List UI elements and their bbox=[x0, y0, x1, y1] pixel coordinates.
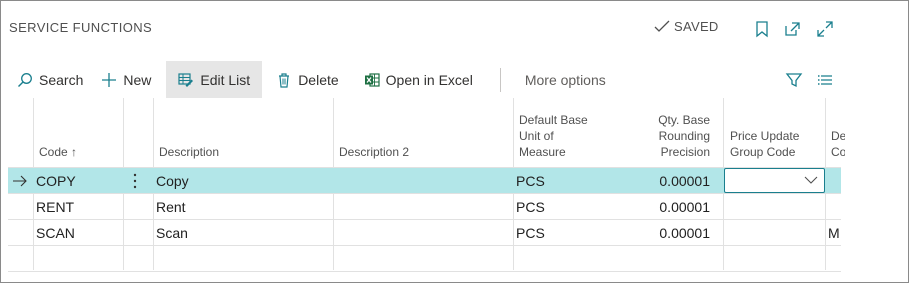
more-options-label: More options bbox=[524, 71, 606, 88]
excel-icon bbox=[364, 72, 380, 87]
table-row[interactable]: RENT Rent PCS 0.00001 bbox=[8, 194, 841, 220]
page-title: SERVICE FUNCTIONS bbox=[9, 20, 153, 35]
cell-uom[interactable]: PCS bbox=[516, 194, 626, 220]
action-bar: Search New Edit List Delete Open in Exce… bbox=[8, 61, 841, 98]
bookmark-icon[interactable] bbox=[753, 20, 771, 38]
cell-description-2[interactable] bbox=[336, 220, 511, 246]
cell-description-2[interactable] bbox=[336, 168, 511, 194]
cell-uom[interactable]: PCS bbox=[516, 168, 626, 194]
open-in-excel-label: Open in Excel bbox=[385, 71, 473, 88]
delete-button[interactable]: Delete bbox=[262, 61, 347, 98]
column-header-code[interactable]: Code ↑ bbox=[39, 98, 119, 168]
table-row[interactable]: SCAN Scan PCS 0.00001 M bbox=[8, 220, 841, 246]
cell-code[interactable]: RENT bbox=[36, 194, 121, 220]
toolbar-divider bbox=[499, 67, 501, 92]
cell-description[interactable]: Rent bbox=[156, 194, 331, 220]
column-header-default-uom[interactable]: Default Base Unit of Measure bbox=[519, 98, 629, 168]
cell-truncated[interactable] bbox=[828, 194, 841, 220]
search-button[interactable]: Search bbox=[8, 61, 92, 98]
trash-icon bbox=[279, 72, 290, 88]
column-header-price-update-group[interactable]: Price Update Group Code bbox=[730, 98, 825, 168]
cell-precision[interactable]: 0.00001 bbox=[628, 194, 710, 220]
cell-precision[interactable]: 0.00001 bbox=[628, 220, 710, 246]
list-view-icon[interactable] bbox=[817, 72, 833, 88]
edit-list-icon bbox=[178, 72, 194, 87]
open-new-window-icon[interactable] bbox=[783, 20, 801, 38]
cell-truncated[interactable]: M bbox=[828, 220, 841, 246]
filter-icon[interactable] bbox=[785, 71, 803, 89]
new-button[interactable]: New bbox=[92, 61, 160, 98]
table-row[interactable]: COPY Copy PCS 0.00001 bbox=[8, 168, 841, 194]
cell-code[interactable]: COPY bbox=[36, 168, 121, 194]
checkmark-icon bbox=[654, 20, 670, 32]
open-in-excel-button[interactable]: Open in Excel bbox=[348, 61, 482, 98]
cell-description[interactable]: Copy bbox=[156, 168, 331, 194]
saved-status: SAVED bbox=[654, 19, 719, 34]
column-header-truncated[interactable]: De Co bbox=[831, 98, 845, 168]
view-controls bbox=[785, 61, 833, 98]
cell-description[interactable]: Scan bbox=[156, 220, 331, 246]
delete-label: Delete bbox=[298, 71, 339, 88]
column-header-description-2[interactable]: Description 2 bbox=[339, 98, 509, 168]
cell-uom[interactable]: PCS bbox=[516, 220, 626, 246]
edit-list-label: Edit List bbox=[200, 71, 251, 88]
plus-icon bbox=[102, 72, 117, 87]
cell-price-update-group[interactable] bbox=[727, 194, 822, 220]
column-header-qty-rounding[interactable]: Qty. Base Rounding Precision bbox=[629, 98, 710, 168]
more-options-button[interactable]: More options bbox=[515, 61, 615, 98]
search-label: Search bbox=[39, 71, 84, 88]
row-arrow-icon bbox=[12, 168, 30, 194]
cell-code[interactable]: SCAN bbox=[36, 220, 121, 246]
cell-description-2[interactable] bbox=[336, 194, 511, 220]
cell-precision[interactable]: 0.00001 bbox=[628, 168, 710, 194]
cell-price-update-group[interactable] bbox=[727, 220, 822, 246]
row-actions-icon[interactable] bbox=[131, 168, 145, 194]
saved-label: SAVED bbox=[674, 19, 719, 34]
edit-list-button[interactable]: Edit List bbox=[166, 61, 263, 98]
new-label: New bbox=[123, 71, 152, 88]
chevron-down-icon bbox=[804, 176, 818, 184]
expand-icon[interactable] bbox=[816, 20, 834, 38]
empty-new-row[interactable] bbox=[8, 246, 841, 272]
search-icon bbox=[18, 72, 32, 87]
price-update-group-dropdown[interactable] bbox=[724, 168, 825, 193]
column-header-description[interactable]: Description bbox=[159, 98, 329, 168]
